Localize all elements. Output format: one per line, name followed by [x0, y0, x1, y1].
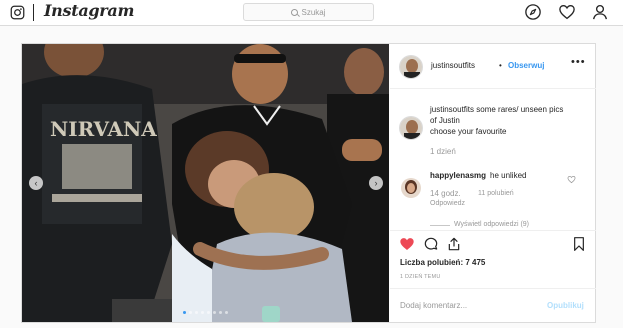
instagram-wordmark[interactable]: Instagram: [44, 1, 134, 20]
post-caption: justinsoutfits some rares/ unseen pics o…: [430, 104, 590, 137]
comment-username[interactable]: happylenasmg: [430, 171, 486, 180]
post-photo-illustration: NIRVANA: [22, 44, 389, 322]
view-replies-button[interactable]: Wyświetl odpowiedzi (9): [454, 221, 529, 228]
post-side-panel: justinsoutfits • Obserwuj ••• justinsout…: [390, 44, 596, 322]
publish-comment-button[interactable]: Opublikuj: [547, 301, 584, 310]
compass-icon[interactable]: [524, 3, 542, 21]
carousel-dot: [207, 311, 210, 314]
carousel-dot: [189, 311, 192, 314]
search-placeholder: Szukaj: [301, 7, 326, 17]
comment-timestamp: 14 godz.: [430, 189, 461, 198]
caption-text-line2: of Justin: [430, 116, 460, 125]
follow-button[interactable]: Obserwuj: [508, 61, 544, 70]
comment-like-icon[interactable]: [567, 175, 576, 184]
author-username[interactable]: justinsoutfits: [431, 61, 475, 70]
comment-text: he unliked: [490, 171, 527, 180]
commenter-avatar[interactable]: [401, 178, 421, 198]
post-timestamp: 1 DZIEŃ TEMU: [400, 274, 441, 280]
svg-text:NIRVANA: NIRVANA: [50, 117, 157, 141]
top-nav: Instagram Szukaj: [0, 0, 623, 26]
carousel-dot: [219, 311, 222, 314]
carousel-prev-button[interactable]: ‹: [29, 176, 43, 190]
carousel-dot: [183, 311, 186, 314]
nav-divider: [33, 4, 34, 21]
replies-line: [430, 225, 450, 226]
carousel-dot: [195, 311, 198, 314]
caption-username[interactable]: justinsoutfits: [430, 105, 474, 114]
profile-icon[interactable]: [591, 3, 609, 21]
carousel-dots: [22, 311, 389, 314]
header-separator: •: [499, 61, 502, 70]
post-card: NIRVANA ‹ › justinsoutfits • Obserwuj ••…: [21, 43, 596, 323]
caption-text-line3: choose your favourite: [430, 127, 507, 136]
post-photo[interactable]: NIRVANA ‹ ›: [22, 44, 389, 322]
carousel-next-button[interactable]: ›: [369, 176, 383, 190]
comment-likes-count[interactable]: 11 polubień: [478, 190, 514, 197]
comment-reply-button[interactable]: Odpowiedz: [430, 200, 465, 207]
caption-timestamp: 1 dzień: [430, 147, 456, 156]
heart-icon[interactable]: [558, 3, 576, 21]
carousel-dot: [225, 311, 228, 314]
search-input[interactable]: Szukaj: [243, 3, 374, 21]
search-icon: [291, 8, 299, 16]
likes-count[interactable]: Liczba polubień: 7 475: [400, 258, 485, 267]
add-comment-input[interactable]: Dodaj komentarz...: [400, 301, 467, 310]
instagram-glyph-icon[interactable]: [10, 5, 25, 20]
caption-avatar[interactable]: [399, 116, 423, 140]
author-avatar[interactable]: [399, 55, 423, 79]
share-icon[interactable]: [446, 236, 462, 252]
actions-divider: [390, 230, 596, 231]
post-header: justinsoutfits • Obserwuj •••: [390, 44, 596, 89]
more-options-icon[interactable]: •••: [571, 56, 586, 68]
like-heart-icon[interactable]: [399, 236, 415, 252]
carousel-dot: [213, 311, 216, 314]
comment-icon[interactable]: [423, 236, 439, 252]
comment-bar-divider: [390, 288, 596, 289]
save-bookmark-icon[interactable]: [571, 236, 587, 252]
carousel-dot: [201, 311, 204, 314]
caption-text-line1: some rares/ unseen pics: [474, 105, 564, 114]
